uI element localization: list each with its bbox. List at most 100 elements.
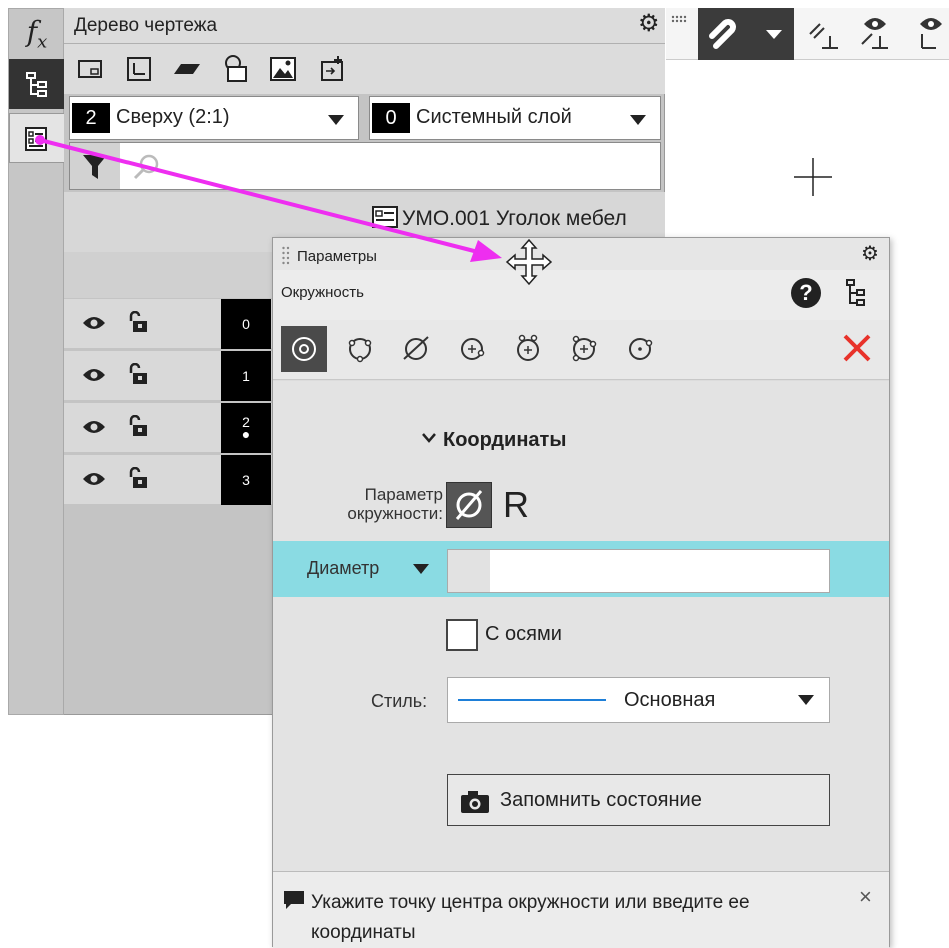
- eye-icon[interactable]: [82, 315, 106, 331]
- chevron-down-icon: [328, 115, 344, 125]
- shapes-icon[interactable]: [220, 54, 250, 84]
- message-icon: [284, 891, 304, 909]
- drawing-document-icon: [372, 206, 398, 228]
- tree-panel-title: Дерево чертежа: [74, 15, 218, 36]
- circle-tools-toolbar: [273, 320, 889, 380]
- rectangle-view-icon[interactable]: [76, 54, 106, 84]
- search-icon[interactable]: [132, 153, 160, 181]
- parallel-perpendicular-icon[interactable]: [806, 18, 840, 52]
- circle-tangent-button[interactable]: [393, 326, 439, 372]
- line-style-preview: [458, 699, 606, 701]
- save-state-label: Запомнить состояние: [500, 789, 702, 811]
- view-label: Сверху (2:1): [116, 106, 230, 128]
- unlock-icon[interactable]: [128, 363, 148, 385]
- command-header: Окружность ?: [273, 270, 889, 320]
- tree-node[interactable]: УМО.001 Уголок мебел: [372, 206, 627, 231]
- active-layer-dot-icon: ●: [241, 426, 251, 442]
- layer-label: Системный слой: [416, 106, 572, 128]
- diameter-icon: [455, 490, 483, 520]
- view-number: 2: [72, 103, 110, 133]
- gear-icon[interactable]: ⚙: [861, 244, 879, 264]
- filter-button[interactable]: [70, 143, 120, 189]
- with-axes-label[interactable]: С осями: [485, 623, 562, 646]
- circle-2points-button[interactable]: [617, 326, 663, 372]
- eye-icon[interactable]: [82, 419, 106, 435]
- unlock-icon[interactable]: [128, 415, 148, 437]
- line-style-value: Основная: [624, 689, 716, 711]
- grip-icon[interactable]: [281, 245, 291, 265]
- circle-3points-button[interactable]: [337, 326, 383, 372]
- fix-value-toggle[interactable]: [448, 550, 490, 592]
- view-eye-perpendicular-icon[interactable]: [858, 14, 892, 52]
- parameters-panel-header[interactable]: Параметры ⚙: [273, 238, 889, 270]
- camera-icon: [461, 791, 489, 813]
- layer-row[interactable]: 3: [64, 454, 274, 505]
- circle-2tangents-icon: [517, 334, 539, 361]
- move-cursor-icon: [505, 238, 553, 286]
- eye-icon[interactable]: [82, 471, 106, 487]
- canvas-toolbar: [666, 8, 949, 60]
- tree-panel-header: Дерево чертежа ⚙: [64, 8, 665, 44]
- line-style-select[interactable]: Основная: [447, 677, 830, 723]
- view-select[interactable]: 2 Сверху (2:1): [69, 96, 359, 140]
- chevron-down-icon[interactable]: [413, 564, 429, 574]
- close-icon[interactable]: [837, 328, 877, 368]
- local-cs-view-icon[interactable]: [124, 54, 154, 84]
- layer-number: 0: [221, 299, 271, 349]
- coordinates-section-header[interactable]: Координаты: [421, 429, 566, 452]
- tree-toolbar: [64, 44, 665, 94]
- chevron-down-icon: [422, 433, 436, 443]
- close-hint-button[interactable]: ×: [859, 884, 872, 910]
- circle-tangent-icon: [403, 336, 429, 360]
- image-icon[interactable]: [268, 54, 298, 84]
- circle-3points-icon: [348, 338, 372, 363]
- diameter-label[interactable]: Диаметр: [307, 558, 379, 579]
- circle-parameter-label: Параметр окружности:: [347, 485, 443, 523]
- parameters-tab[interactable]: [9, 113, 65, 163]
- layer-select[interactable]: 0 Системный слой: [369, 96, 661, 140]
- layer-number-active: 2 ●: [221, 403, 271, 453]
- formula-icon: fx: [26, 15, 48, 53]
- layer-number: 1: [221, 351, 271, 401]
- style-label: Стиль:: [371, 691, 428, 711]
- circle-2tangents-button[interactable]: [505, 326, 551, 372]
- layer-row[interactable]: 2 ●: [64, 402, 274, 453]
- coordinates-section-title: Координаты: [443, 429, 567, 451]
- view-eye-local-cs-icon[interactable]: [914, 14, 948, 52]
- save-state-button[interactable]: Запомнить состояние: [447, 774, 830, 826]
- crosshair-cursor-icon: [794, 158, 832, 196]
- drawing-tree-tab[interactable]: [9, 59, 65, 109]
- parallelogram-icon[interactable]: [172, 54, 202, 84]
- parameters-body: Координаты Параметр окружности: R Диамет…: [273, 381, 889, 871]
- tree-node-label: УМО.001 Уголок мебел: [402, 207, 627, 230]
- layer-row[interactable]: 1: [64, 350, 274, 401]
- circle-3tangents-button[interactable]: [561, 326, 607, 372]
- formula-button[interactable]: fx: [9, 9, 65, 59]
- layer-row[interactable]: 0: [64, 298, 274, 349]
- hint-text: Укажите точку центра окружности или введ…: [311, 892, 750, 943]
- circle-center-radius-icon: [292, 337, 316, 361]
- gear-icon[interactable]: ⚙: [638, 12, 660, 36]
- parameters-icon: [25, 127, 47, 151]
- link-icon[interactable]: [318, 54, 348, 84]
- unlock-icon[interactable]: [128, 467, 148, 489]
- circle-3tangents-icon: [572, 335, 597, 362]
- diameter-row: Диаметр: [273, 541, 889, 597]
- unlock-icon[interactable]: [128, 311, 148, 333]
- chevron-down-icon: [766, 30, 782, 39]
- command-title: Окружность: [281, 284, 364, 301]
- with-axes-checkbox[interactable]: [446, 619, 478, 651]
- circle-center-radius-button[interactable]: [281, 326, 327, 372]
- snap-button[interactable]: [698, 8, 794, 60]
- circle-2points-icon: [629, 338, 653, 360]
- help-icon[interactable]: ?: [791, 278, 821, 308]
- tree-icon[interactable]: [845, 278, 867, 308]
- circle-center-tangent-button[interactable]: [449, 326, 495, 372]
- filter-icon: [83, 155, 107, 179]
- diameter-field[interactable]: [447, 549, 830, 593]
- diameter-mode-button[interactable]: [446, 482, 492, 528]
- magnet-icon: [709, 19, 736, 49]
- eye-icon[interactable]: [82, 367, 106, 383]
- radius-mode-button[interactable]: R: [503, 484, 529, 526]
- grip-icon[interactable]: [670, 14, 690, 44]
